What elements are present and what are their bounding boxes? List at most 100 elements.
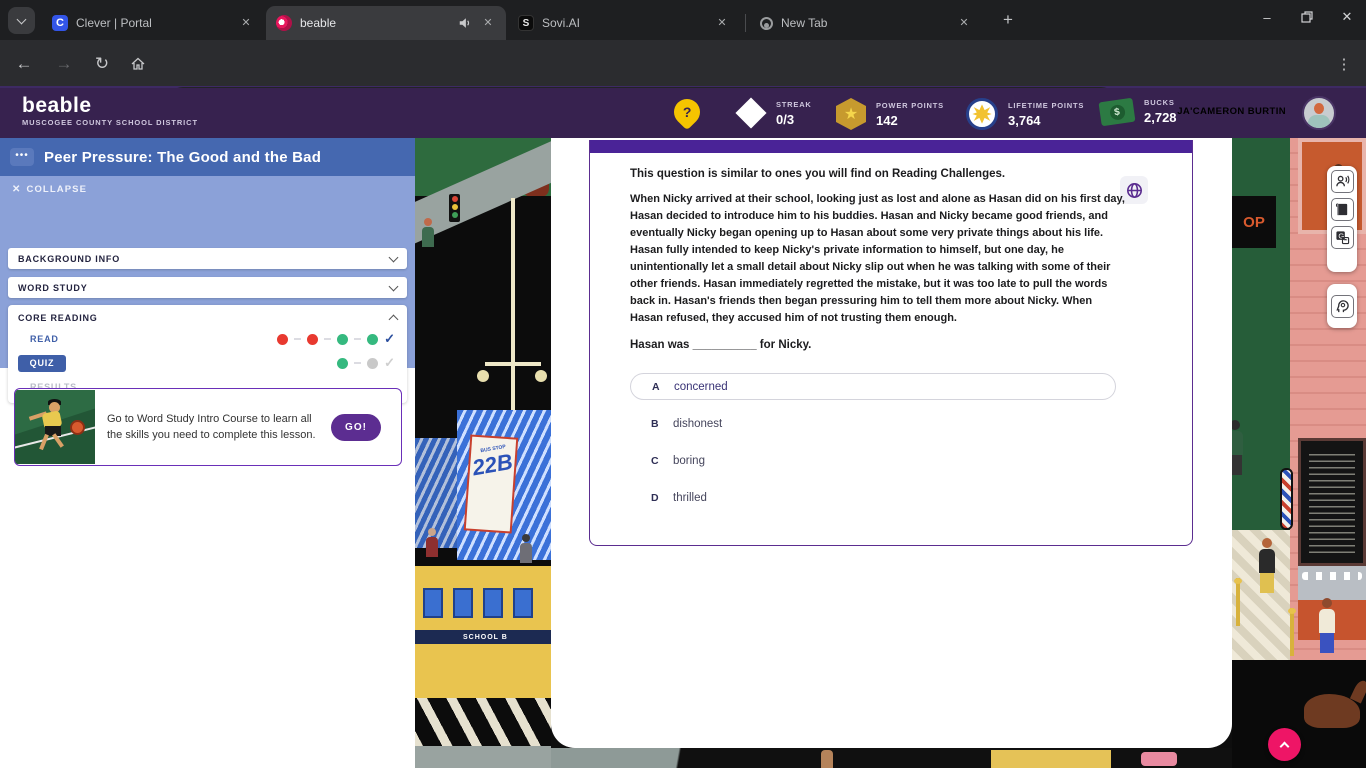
thinking-tool-strip bbox=[1327, 284, 1357, 328]
city-illustration-bottom bbox=[551, 748, 1232, 768]
option-letter: B bbox=[651, 418, 673, 430]
progress-dot bbox=[307, 334, 318, 345]
close-window-button[interactable]: ✕ bbox=[1334, 4, 1360, 30]
star-glyph: ★ bbox=[844, 104, 858, 124]
progress-dot bbox=[277, 334, 288, 345]
avatar[interactable] bbox=[1302, 96, 1336, 130]
close-tab-icon[interactable]: ✕ bbox=[956, 15, 972, 31]
accordion-background-info[interactable]: BACKGROUND INFO bbox=[8, 248, 407, 269]
power-points-badge-icon: ★ bbox=[836, 98, 866, 130]
collapse-label: COLLAPSE bbox=[26, 184, 87, 195]
tab-sovi-ai[interactable]: S Sovi.AI ✕ bbox=[508, 6, 740, 40]
accordion-word-study[interactable]: WORD STUDY bbox=[8, 277, 407, 298]
stat-label: LIFETIME POINTS bbox=[1008, 101, 1084, 110]
chevron-down-icon bbox=[389, 252, 399, 262]
lifetime-points-stat: LIFETIME POINTS 3,764 bbox=[966, 98, 1084, 130]
comprehension-head-button[interactable] bbox=[1331, 295, 1354, 318]
question-body: This question is similar to ones you wil… bbox=[590, 153, 1192, 521]
bus-stop-sign: BUS STOP 22B bbox=[466, 437, 516, 532]
read-row: READ ✓ bbox=[8, 327, 407, 351]
browser-tab-strip: C Clever | Portal ✕ beable ✕ S Sovi.AI ✕… bbox=[0, 0, 1366, 40]
forward-button[interactable]: → bbox=[52, 52, 76, 76]
chevron-down-icon bbox=[17, 14, 27, 24]
cafe-menu-board bbox=[1298, 438, 1366, 566]
promo-text: Go to Word Study Intro Course to learn a… bbox=[95, 411, 331, 443]
tab-title: beable bbox=[300, 16, 458, 30]
city-illustration-left: BUS STOP 22B SCHOOL B bbox=[415, 138, 551, 768]
svg-text:G: G bbox=[1338, 231, 1344, 240]
beable-logo[interactable]: beable bbox=[22, 94, 92, 118]
question-prompt: Hasan was __________ for Nicky. bbox=[630, 339, 1148, 351]
bus-sign-number: 22B bbox=[470, 449, 514, 482]
chevron-down-icon bbox=[389, 281, 399, 291]
quiz-button[interactable]: QUIZ bbox=[18, 355, 66, 372]
back-button[interactable]: ← bbox=[12, 52, 36, 76]
traffic-light bbox=[449, 194, 460, 222]
collapse-button[interactable]: ✕ COLLAPSE bbox=[12, 184, 87, 195]
close-tab-icon[interactable]: ✕ bbox=[238, 15, 254, 31]
dollar-glyph: $ bbox=[1109, 103, 1126, 120]
district-label: MUSCOGEE COUNTY SCHOOL DISTRICT bbox=[22, 118, 198, 127]
option-letter: C bbox=[651, 455, 673, 467]
tab-clever-portal[interactable]: C Clever | Portal ✕ bbox=[42, 6, 264, 40]
option-letter: A bbox=[652, 381, 674, 393]
check-icon: ✓ bbox=[384, 331, 395, 347]
restore-button[interactable] bbox=[1294, 4, 1320, 30]
lesson-title: Peer Pressure: The Good and the Bad bbox=[44, 149, 321, 166]
scroll-to-top-button[interactable] bbox=[1268, 728, 1301, 761]
streak-stat: STREAK 0/3 bbox=[736, 98, 812, 128]
power-points-stat: ★ POWER POINTS 142 bbox=[836, 98, 944, 130]
option-text: concerned bbox=[674, 381, 728, 393]
minimize-button[interactable]: – bbox=[1254, 4, 1280, 30]
lesson-content-panel: This question is similar to ones you wil… bbox=[551, 138, 1232, 748]
close-tab-icon[interactable]: ✕ bbox=[714, 15, 730, 31]
stat-label: STREAK bbox=[776, 100, 812, 109]
tab-search-button[interactable] bbox=[8, 7, 35, 34]
core-reading-header[interactable]: CORE READING bbox=[8, 305, 407, 323]
accordion-label: BACKGROUND INFO bbox=[18, 254, 120, 264]
sovi-favicon: S bbox=[518, 15, 534, 31]
answer-option-d[interactable]: D thrilled bbox=[630, 484, 1116, 511]
translate-button[interactable]: G bbox=[1331, 226, 1354, 249]
sidebar-nav-section: ✕ COLLAPSE BACKGROUND INFO WORD STUDY CO… bbox=[0, 176, 415, 368]
option-text: boring bbox=[673, 455, 705, 467]
question-mark-glyph: ? bbox=[683, 104, 692, 120]
accessibility-toolbar: G bbox=[1327, 166, 1357, 272]
bucks-money-icon: $ bbox=[1098, 97, 1135, 125]
stat-value: 2,728 bbox=[1144, 110, 1177, 125]
reload-button[interactable]: ↻ bbox=[90, 52, 114, 76]
clever-favicon: C bbox=[52, 15, 68, 31]
go-button[interactable]: GO! bbox=[331, 414, 381, 441]
avatar-head bbox=[1314, 103, 1324, 114]
answer-option-a[interactable]: A concerned bbox=[630, 373, 1116, 400]
browser-menu-icon[interactable]: ⋮ bbox=[1332, 52, 1356, 76]
answer-option-c[interactable]: C boring bbox=[630, 447, 1116, 474]
read-link[interactable]: READ bbox=[30, 334, 59, 344]
close-tab-icon[interactable]: ✕ bbox=[480, 15, 496, 31]
tab-title: Clever | Portal bbox=[76, 16, 230, 30]
quiz-progress-dots: ✓ bbox=[337, 355, 395, 371]
word-study-promo-card: Go to Word Study Intro Course to learn a… bbox=[14, 388, 402, 466]
shop-sign-text: OP bbox=[1243, 214, 1265, 231]
soccer-illustration bbox=[15, 390, 95, 464]
tab-beable[interactable]: beable ✕ bbox=[266, 6, 506, 40]
app-area: BUS STOP 22B SCHOOL B OP bbox=[0, 138, 1366, 768]
tab-audio-icon[interactable] bbox=[458, 16, 472, 30]
streak-diamond-icon bbox=[735, 97, 766, 128]
new-tab-button[interactable]: + bbox=[996, 9, 1020, 33]
progress-dot bbox=[367, 334, 378, 345]
answer-option-b[interactable]: B dishonest bbox=[630, 410, 1116, 437]
menu-dots-icon[interactable]: ••• bbox=[10, 148, 34, 166]
read-aloud-button[interactable] bbox=[1331, 170, 1354, 193]
browser-toolbar: ← → ↻ muscogee.login.beable.com/lesson/e… bbox=[0, 40, 1366, 88]
progress-dot bbox=[367, 358, 378, 369]
option-text: thrilled bbox=[673, 492, 707, 504]
dictionary-book-button[interactable] bbox=[1331, 198, 1354, 221]
tab-new-tab[interactable]: New Tab ✕ bbox=[750, 6, 982, 40]
progress-dot bbox=[337, 358, 348, 369]
progress-dot bbox=[337, 334, 348, 345]
tab-title: Sovi.AI bbox=[542, 16, 706, 30]
home-button[interactable] bbox=[126, 52, 150, 76]
bucks-stat: $ BUCKS 2,728 bbox=[1100, 98, 1177, 125]
question-card: This question is similar to ones you wil… bbox=[589, 140, 1193, 546]
